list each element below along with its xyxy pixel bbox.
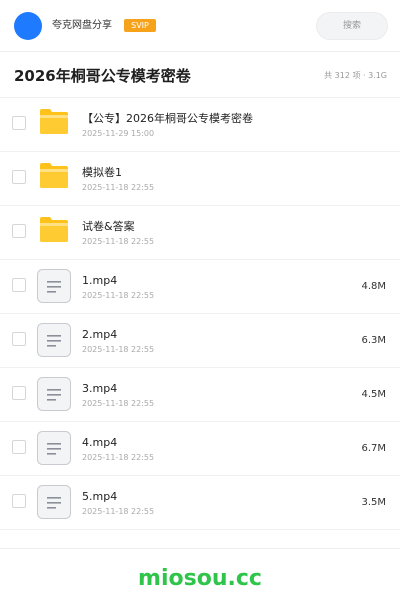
list-item[interactable]: 模拟卷1 2025-11-18 22:55 <box>0 152 400 206</box>
list-item[interactable]: 3.mp4 2025-11-18 22:55 4.5M <box>0 368 400 422</box>
file-size: 4.5M <box>361 389 386 400</box>
page-title: 2026年桐哥公专模考密卷 <box>14 67 191 85</box>
header: 夸克网盘分享 SVIP 搜索 <box>0 0 400 52</box>
document-icon <box>37 377 71 411</box>
list-item[interactable]: 4.mp4 2025-11-18 22:55 6.7M <box>0 422 400 476</box>
row-checkbox[interactable] <box>12 494 26 508</box>
document-icon <box>37 269 71 303</box>
file-size: 6.3M <box>361 335 386 346</box>
search-input[interactable]: 搜索 <box>316 12 388 40</box>
list-item[interactable]: 试卷&答案 2025-11-18 22:55 <box>0 206 400 260</box>
document-icon <box>37 323 71 357</box>
file-date: 2025-11-29 15:00 <box>82 129 155 138</box>
file-name: 模拟卷1 <box>82 166 122 179</box>
row-checkbox[interactable] <box>12 440 26 454</box>
file-name: 2.mp4 <box>82 328 118 341</box>
row-checkbox[interactable] <box>12 116 26 130</box>
file-name: 5.mp4 <box>82 490 118 503</box>
file-size: 4.8M <box>361 281 386 292</box>
document-icon <box>37 485 71 519</box>
document-icon <box>37 431 71 465</box>
svip-badge: SVIP <box>124 19 156 32</box>
file-size: 6.7M <box>361 443 386 454</box>
file-date: 2025-11-18 22:55 <box>82 507 155 516</box>
file-list: 【公专】2026年桐哥公专模考密卷 2025-11-29 15:00 模拟卷1 … <box>0 98 400 530</box>
list-item[interactable]: 1.mp4 2025-11-18 22:55 4.8M <box>0 260 400 314</box>
watermark: miosou.cc <box>138 566 262 591</box>
folder-icon <box>40 163 68 188</box>
file-name: 1.mp4 <box>82 274 118 287</box>
row-checkbox[interactable] <box>12 170 26 184</box>
user-name[interactable]: 夸克网盘分享 <box>52 19 112 33</box>
file-name: 试卷&答案 <box>82 220 135 233</box>
avatar[interactable] <box>14 12 42 40</box>
file-date: 2025-11-18 22:55 <box>82 291 155 300</box>
list-item[interactable]: 2.mp4 2025-11-18 22:55 6.3M <box>0 314 400 368</box>
file-name: 4.mp4 <box>82 436 118 449</box>
list-item[interactable]: 5.mp4 2025-11-18 22:55 3.5M <box>0 476 400 530</box>
file-date: 2025-11-18 22:55 <box>82 237 155 246</box>
file-date: 2025-11-18 22:55 <box>82 399 155 408</box>
file-name: 3.mp4 <box>82 382 118 395</box>
folder-icon <box>40 217 68 242</box>
row-checkbox[interactable] <box>12 278 26 292</box>
title-bar: 2026年桐哥公专模考密卷 共 312 项 · 3.1G <box>0 52 400 98</box>
file-size: 3.5M <box>361 497 386 508</box>
list-item[interactable]: 【公专】2026年桐哥公专模考密卷 2025-11-29 15:00 <box>0 98 400 152</box>
file-date: 2025-11-18 22:55 <box>82 453 155 462</box>
file-name: 【公专】2026年桐哥公专模考密卷 <box>82 112 253 125</box>
folder-icon <box>40 109 68 134</box>
file-date: 2025-11-18 22:55 <box>82 345 155 354</box>
row-checkbox[interactable] <box>12 224 26 238</box>
row-checkbox[interactable] <box>12 386 26 400</box>
file-date: 2025-11-18 22:55 <box>82 183 155 192</box>
folder-meta: 共 312 项 · 3.1G <box>324 71 387 80</box>
row-checkbox[interactable] <box>12 332 26 346</box>
